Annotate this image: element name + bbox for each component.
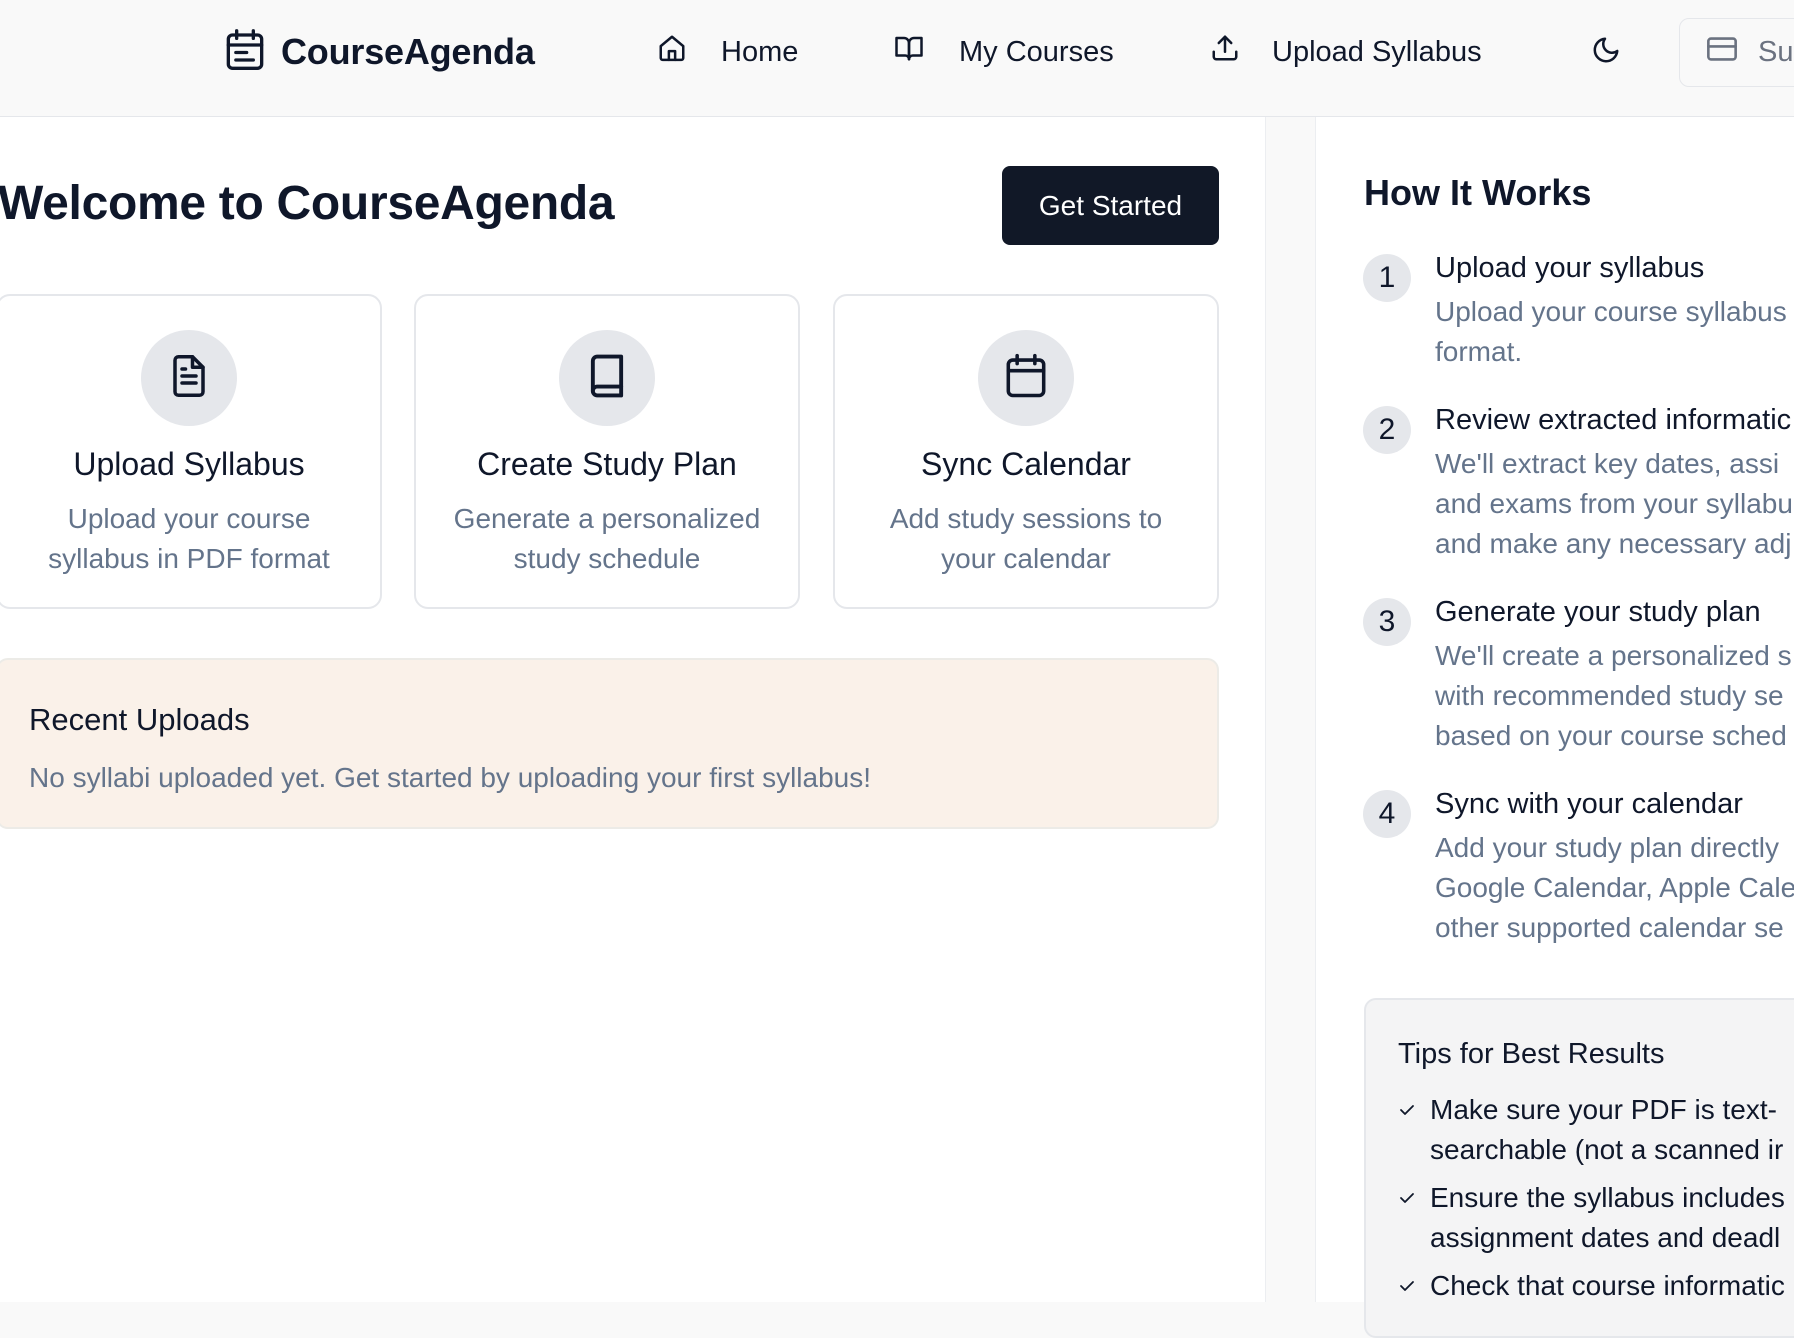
- theme-toggle-button[interactable]: [1588, 34, 1624, 70]
- brand[interactable]: CourseAgenda: [225, 28, 535, 76]
- nav-my-courses[interactable]: My Courses: [893, 28, 1114, 76]
- step-description: Add your study plan directly Google Cale…: [1435, 832, 1794, 943]
- tip-item: Ensure the syllabus includes assignment …: [1398, 1178, 1794, 1258]
- get-started-button[interactable]: Get Started: [1002, 166, 1219, 245]
- check-icon: [1398, 1102, 1416, 1170]
- tip-item: Check that course informatic: [1398, 1266, 1794, 1306]
- card-icon-circle: [141, 330, 237, 426]
- nav-home[interactable]: Home: [657, 28, 798, 76]
- subscription-button[interactable]: Su: [1679, 18, 1794, 87]
- tips-panel: Tips for Best Results Make sure your PDF…: [1364, 998, 1794, 1338]
- calendar-logo-icon: [225, 28, 265, 77]
- step-item: 3 Generate your study plan We'll create …: [1363, 596, 1794, 758]
- step-description: We'll create a personalized s with recom…: [1435, 640, 1792, 751]
- step-item: 2 Review extracted informatic We'll extr…: [1363, 404, 1794, 566]
- nav-upload-syllabus[interactable]: Upload Syllabus: [1210, 28, 1482, 76]
- card-description: Generate a personalized study schedule: [453, 503, 761, 574]
- card-title: Upload Syllabus: [73, 446, 305, 482]
- create-study-plan-card[interactable]: Create Study Plan Generate a personalize…: [414, 294, 800, 609]
- step-number: 3: [1363, 598, 1411, 646]
- how-it-works-title: How It Works: [1364, 172, 1592, 213]
- card-icon-circle: [978, 330, 1074, 426]
- step-title: Sync with your calendar: [1435, 788, 1743, 820]
- recent-uploads-panel: Recent Uploads No syllabi uploaded yet. …: [0, 658, 1219, 829]
- book-icon: [587, 353, 627, 404]
- top-navbar: CourseAgenda Home My Courses Upload Syll…: [0, 0, 1794, 117]
- page-title: Welcome to CourseAgenda: [0, 177, 615, 230]
- book-open-icon: [893, 33, 925, 71]
- nav-upload-syllabus-label: Upload Syllabus: [1272, 35, 1482, 68]
- tips-title: Tips for Best Results: [1398, 1038, 1665, 1070]
- step-title: Review extracted informatic: [1435, 404, 1792, 436]
- file-text-icon: [168, 353, 210, 404]
- credit-card-icon: [1706, 36, 1738, 70]
- home-icon: [657, 33, 687, 71]
- calendar-icon: [1004, 353, 1048, 404]
- recent-uploads-empty-text: No syllabi uploaded yet. Get started by …: [29, 762, 872, 793]
- step-description: Upload your course syllabus format.: [1435, 296, 1787, 367]
- step-number: 2: [1363, 406, 1411, 454]
- moon-icon: [1591, 35, 1621, 70]
- step-title: Generate your study plan: [1435, 596, 1761, 628]
- tip-text: Make sure your PDF is text- searchable (…: [1430, 1094, 1784, 1165]
- step-description: We'll extract key dates, assi and exams …: [1435, 448, 1793, 559]
- upload-icon: [1210, 33, 1240, 71]
- brand-name: CourseAgenda: [281, 31, 535, 72]
- subscription-label: Su: [1758, 36, 1794, 68]
- step-number: 4: [1363, 790, 1411, 838]
- step-item: 1 Upload your syllabus Upload your cours…: [1363, 252, 1794, 374]
- nav-home-label: Home: [721, 35, 799, 68]
- card-title: Sync Calendar: [921, 446, 1131, 482]
- card-title: Create Study Plan: [477, 446, 737, 482]
- tip-item: Make sure your PDF is text- searchable (…: [1398, 1090, 1794, 1170]
- check-icon: [1398, 1190, 1416, 1258]
- upload-syllabus-card[interactable]: Upload Syllabus Upload your course sylla…: [0, 294, 382, 609]
- recent-uploads-title: Recent Uploads: [29, 702, 250, 737]
- card-description: Upload your course syllabus in PDF forma…: [48, 503, 330, 574]
- card-description: Add study sessions to your calendar: [889, 503, 1163, 574]
- tip-text: Ensure the syllabus includes assignment …: [1430, 1182, 1785, 1253]
- step-title: Upload your syllabus: [1435, 252, 1705, 284]
- tip-text: Check that course informatic: [1430, 1270, 1785, 1301]
- sync-calendar-card[interactable]: Sync Calendar Add study sessions to your…: [833, 294, 1219, 609]
- step-item: 4 Sync with your calendar Add your study…: [1363, 788, 1794, 950]
- card-icon-circle: [559, 330, 655, 426]
- nav-my-courses-label: My Courses: [959, 35, 1114, 68]
- step-number: 1: [1363, 254, 1411, 302]
